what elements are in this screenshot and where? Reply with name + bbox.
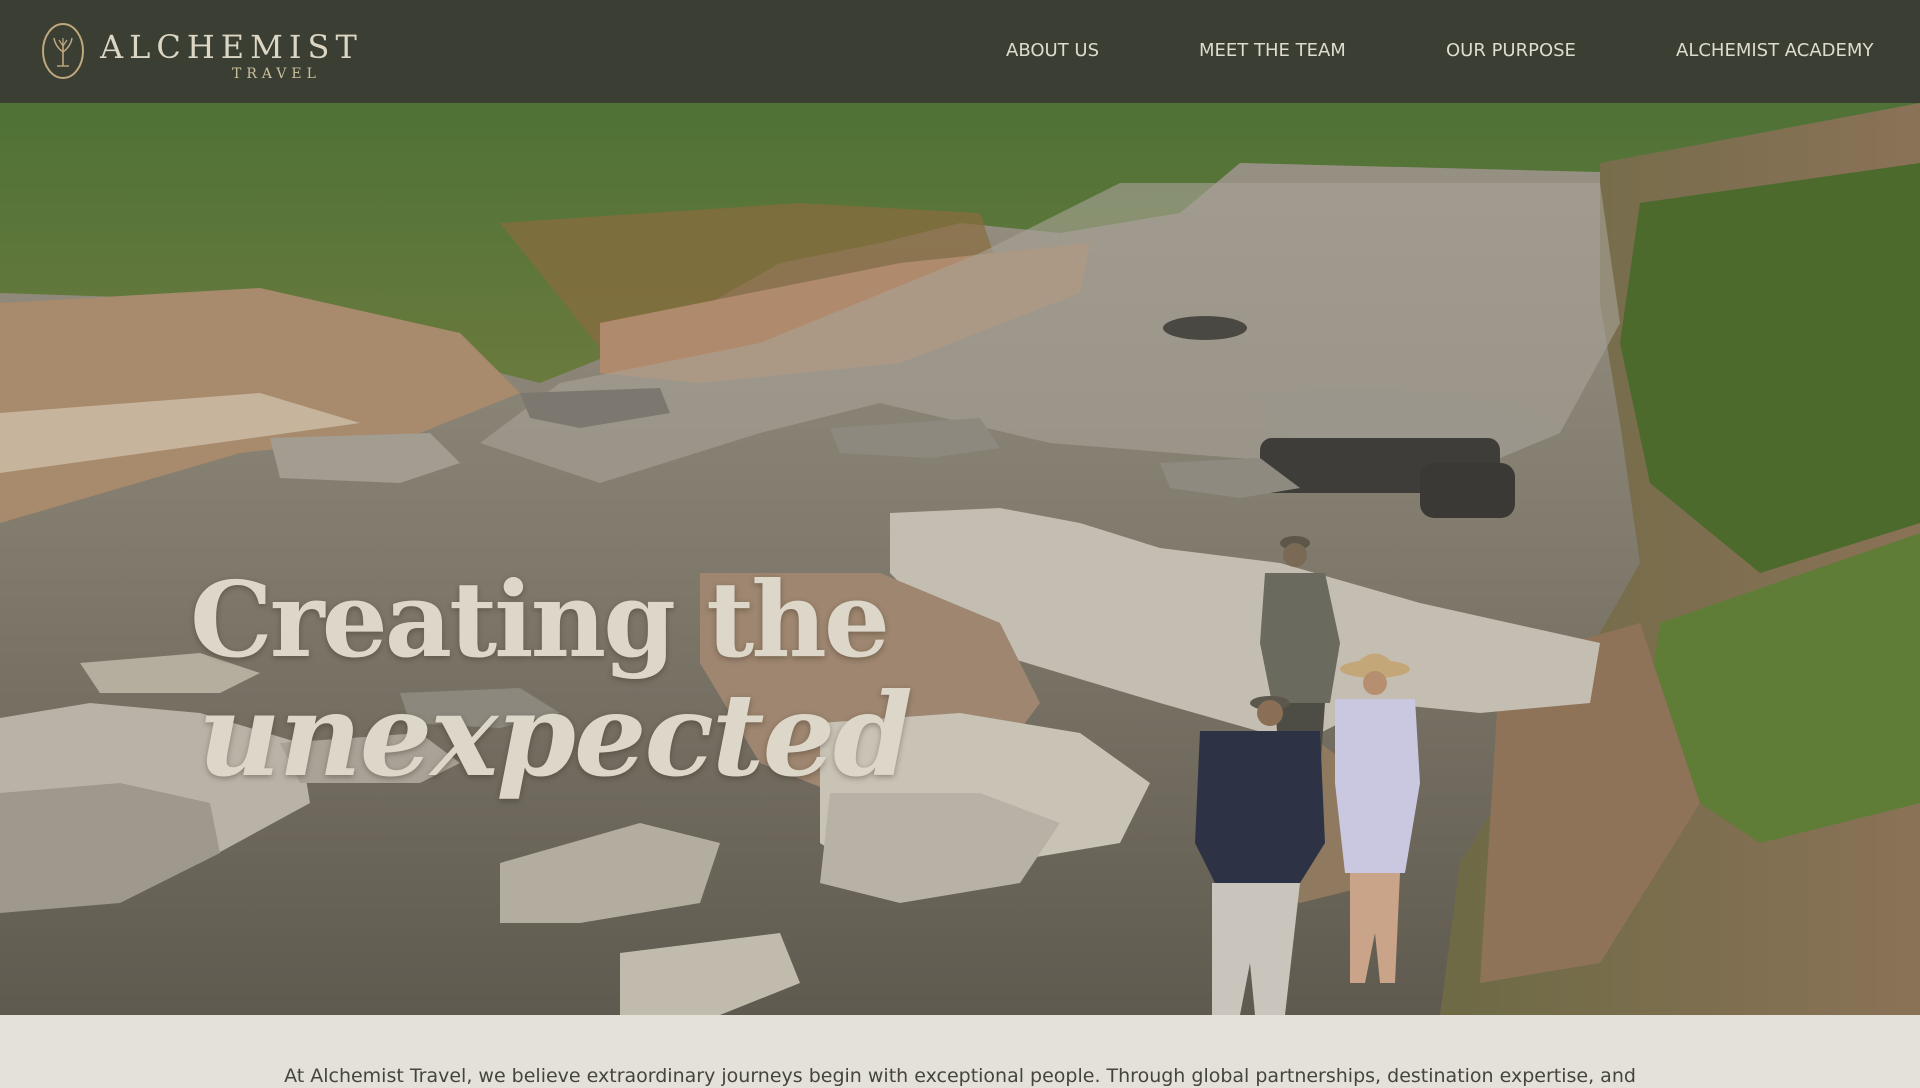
nav-about-us[interactable]: ABOUT US	[1006, 40, 1099, 62]
nav-our-purpose[interactable]: OUR PURPOSE	[1446, 40, 1576, 62]
hero-section: Creating the unexpected	[0, 103, 1920, 1015]
nav-alchemist-academy[interactable]: ALCHEMIST ACADEMY	[1676, 40, 1873, 62]
ornamental-emblem-icon	[42, 23, 84, 79]
site-logo[interactable]: ALCHEMIST TRAVEL	[41, 21, 357, 85]
brand-subtitle: TRAVEL	[232, 66, 321, 82]
hero-headline-line2: unexpected	[198, 668, 913, 803]
brand-name: ALCHEMIST	[100, 28, 363, 66]
hero-headline: Creating the unexpected	[190, 558, 913, 803]
nav-meet-the-team[interactable]: MEET THE TEAM	[1199, 40, 1346, 62]
site-header: ALCHEMIST TRAVEL ABOUT US MEET THE TEAM …	[0, 0, 1920, 103]
hero-headline-line1: Creating the	[190, 558, 890, 682]
intro-section: At Alchemist Travel, we believe extraord…	[0, 1015, 1920, 1087]
intro-paragraph: At Alchemist Travel, we believe extraord…	[284, 1065, 1636, 1087]
